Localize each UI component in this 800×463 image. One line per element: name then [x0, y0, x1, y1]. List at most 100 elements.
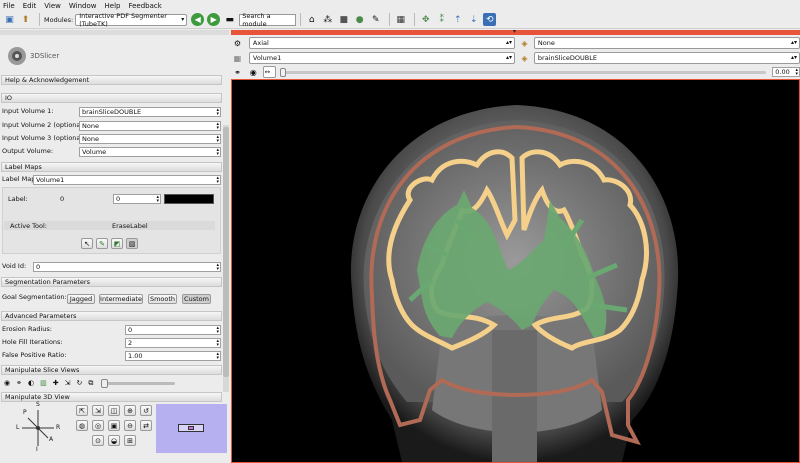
fill-tool-button[interactable]: ◩	[111, 238, 123, 249]
section-3d-view[interactable]: Manipulate 3D View	[1, 392, 222, 402]
view-left-button[interactable]: ⇱	[76, 405, 88, 416]
slice-offset-handle[interactable]	[279, 67, 286, 77]
chevron-down-icon: ▾	[181, 15, 185, 23]
transform-icon[interactable]: ⇣	[467, 13, 480, 26]
editor-module-icon[interactable]: ✎	[369, 13, 382, 26]
slice-offset-menu[interactable]: ↔	[262, 66, 276, 78]
stereo-button[interactable]: ◒	[108, 435, 120, 446]
intermediate-button[interactable]: Intermediate	[99, 294, 143, 304]
label-spinbox[interactable]: 0 ▴ ▾	[113, 194, 161, 204]
module-list-icon[interactable]: ▬	[223, 13, 236, 26]
rotate-icon[interactable]: ↻	[76, 379, 82, 387]
slice-offset-value[interactable]: 0.00 ▴ ▾	[772, 67, 800, 77]
paint-tool-button[interactable]: ✎	[96, 238, 108, 249]
pin-icon[interactable]: ▾	[513, 28, 516, 35]
load-data-icon[interactable]: ▣	[3, 13, 16, 26]
ruler-icon[interactable]: ⇡	[451, 13, 464, 26]
view-right-button[interactable]: ⇲	[92, 405, 104, 416]
rock-button[interactable]: ⇄	[140, 420, 152, 431]
false-positive-spinbox[interactable]: 1.00 ▴ ▾	[125, 351, 221, 361]
module-search-placeholder: Search a module	[242, 11, 271, 28]
label-color-swatch[interactable]	[164, 194, 214, 204]
view-anterior-button[interactable]: ◫	[108, 405, 120, 416]
ortho-button[interactable]: ⊞	[124, 435, 136, 446]
menu-file[interactable]: File	[3, 2, 15, 10]
layers-icon[interactable]: ▥	[40, 379, 47, 387]
zoom-in-icon: ⊕	[127, 406, 133, 415]
hole-fill-spinbox[interactable]: 2 ▴ ▾	[125, 338, 221, 348]
erosion-value: 0	[128, 326, 133, 334]
back-arrow-icon[interactable]: ◀	[191, 13, 205, 26]
mri-slice-view[interactable]	[231, 79, 800, 463]
opacity-slider-handle[interactable]	[101, 378, 109, 388]
custom-button[interactable]: Custom	[182, 294, 211, 304]
panel-scrollbar[interactable]	[223, 125, 229, 392]
jagged-button[interactable]: Jagged	[67, 294, 95, 304]
void-id-spinbox[interactable]: 0 ▴ ▾	[33, 262, 221, 272]
models-module-icon[interactable]: ●	[353, 13, 366, 26]
slice-view-controller-bar[interactable]: ▾	[231, 28, 800, 35]
eye-visibility-icon[interactable]: ◉	[247, 66, 260, 79]
section-label-maps[interactable]: Label Maps	[1, 162, 222, 172]
menu-view[interactable]: View	[44, 2, 61, 10]
erase-tool-button[interactable]: ▧	[126, 238, 138, 249]
input-volume-1-select[interactable]: brainSliceDOUBLE ▴ ▾	[79, 107, 221, 117]
link-views-icon[interactable]: ⚭	[231, 66, 244, 79]
foreground-select[interactable]: None ▴▾	[533, 37, 800, 49]
section-slice-views[interactable]: Manipulate Slice Views	[1, 365, 222, 375]
view-inferior-button[interactable]: ◎	[92, 420, 104, 431]
fit-icon[interactable]: ⇲	[65, 379, 71, 387]
label-layer-select[interactable]: Volume1 ▴▾	[248, 52, 515, 64]
slice-link-icon[interactable]: ⚙	[231, 37, 244, 50]
module-search-input[interactable]: Search a module	[239, 11, 297, 28]
layout-icon[interactable]: ▦	[394, 13, 407, 26]
section-help[interactable]: Help & Acknowledgement	[1, 75, 222, 85]
center-view-button[interactable]: ⊙	[92, 435, 104, 446]
orientation-widget[interactable]: S P L R A I	[14, 401, 64, 453]
main-toolbar: ▣ ⬆ Modules: Interactive PDF Segmenter (…	[0, 11, 800, 29]
section-segmentation[interactable]: Segmentation Parameters	[1, 277, 222, 287]
toolbar-separator	[300, 13, 302, 26]
view-posterior-button[interactable]: ▣	[108, 420, 120, 431]
scrollbar-thumb[interactable]	[223, 127, 229, 377]
erosion-spinbox[interactable]: 0 ▴ ▾	[125, 325, 221, 335]
orientation-select[interactable]: Axial ▴▾	[248, 37, 515, 49]
zoom-in-button[interactable]: ⊕	[124, 405, 136, 416]
slice-offset-slider[interactable]	[279, 67, 767, 77]
section-advanced[interactable]: Advanced Parameters	[1, 311, 222, 321]
input-volume-3-select[interactable]: None ▴ ▾	[79, 134, 221, 144]
menu-edit[interactable]: Edit	[23, 2, 37, 10]
output-volume-row: Output Volume:	[2, 147, 53, 155]
mouse-mode-icon[interactable]: ✥	[419, 13, 432, 26]
chevron-updown-icon: ▴▾	[505, 54, 512, 61]
menu-feedback[interactable]: Feedback	[128, 2, 161, 10]
section-io[interactable]: IO	[1, 93, 222, 103]
background-select[interactable]: brainSliceDOUBLE ▴▾	[533, 52, 800, 64]
opacity-slider[interactable]	[101, 378, 176, 388]
place-fiducial-icon[interactable]: ⁑	[435, 13, 448, 26]
label-map-select[interactable]: Volume1 ▴ ▾	[33, 175, 221, 185]
half-circle-icon[interactable]: ◐	[28, 379, 34, 387]
crosshair-toggle-icon[interactable]: ✚	[53, 379, 59, 387]
crosshair-icon[interactable]: ⟲	[483, 13, 497, 26]
spin-button[interactable]: ↺	[140, 405, 152, 416]
select-tool-button[interactable]: ↖	[81, 238, 93, 249]
volumes-module-icon[interactable]: ■	[337, 13, 350, 26]
link-icon[interactable]: ⚭	[16, 379, 22, 387]
menu-help[interactable]: Help	[105, 2, 121, 10]
eye-icon[interactable]: ◉	[4, 379, 10, 387]
copy-icon[interactable]: ⧉	[88, 379, 93, 388]
home-icon[interactable]: ⌂	[305, 13, 318, 26]
view-superior-button[interactable]: ◍	[76, 420, 88, 431]
forward-arrow-icon[interactable]: ▶	[207, 13, 221, 26]
output-volume-select[interactable]: Volume ▴ ▾	[79, 147, 221, 157]
save-icon[interactable]: ⬆	[19, 13, 32, 26]
menu-window[interactable]: Window	[69, 2, 97, 10]
spin-icon: ↺	[143, 406, 149, 415]
input-volume-2-select[interactable]: None ▴ ▾	[79, 121, 221, 131]
label-spinbox-value: 0	[116, 195, 121, 203]
module-selector[interactable]: Interactive PDF Segmenter (TubeTK) ▾	[75, 12, 188, 28]
data-module-icon[interactable]: ⁂	[321, 13, 334, 26]
smooth-button[interactable]: Smooth	[148, 294, 177, 304]
zoom-out-button[interactable]: ⊖	[124, 420, 136, 431]
